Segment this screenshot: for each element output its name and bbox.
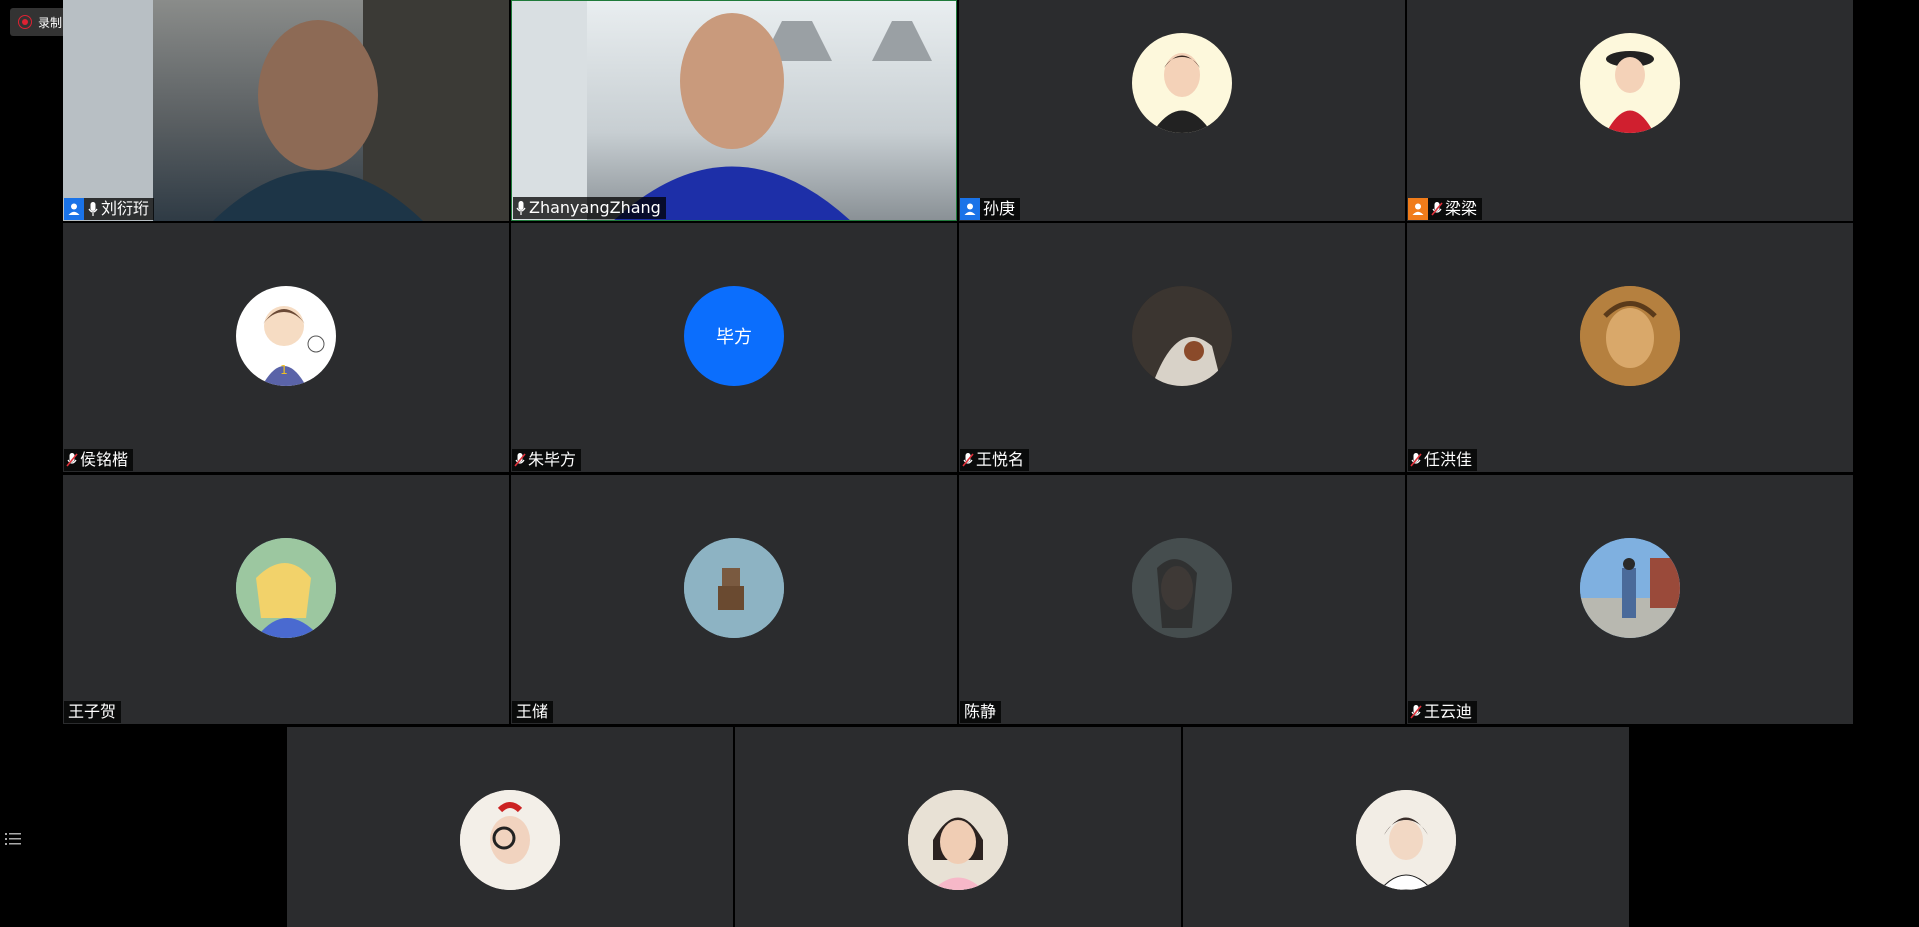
participant-avatar	[1580, 33, 1680, 133]
participant-nametag: 王云迪	[1408, 701, 1478, 723]
participant-tile[interactable]: 王子贺	[63, 475, 509, 724]
participant-avatar	[1132, 33, 1232, 133]
participant-video	[512, 1, 932, 220]
participant-initials-avatar: 毕方	[684, 286, 784, 386]
participant-avatar	[460, 790, 560, 890]
participant-tile[interactable]: 1 侯铭楷	[63, 223, 509, 472]
host-badge	[64, 198, 84, 220]
participant-list-toggle[interactable]	[2, 828, 24, 850]
recording-icon	[18, 15, 32, 29]
participant-name: 孙庚	[983, 199, 1016, 218]
participant-nametag: 王子贺	[64, 701, 122, 723]
participant-tile[interactable]: 孙庚	[959, 0, 1405, 221]
participant-tile[interactable]: 王储	[511, 475, 957, 724]
participant-name: 梁梁	[1445, 199, 1478, 218]
participant-name: 刘衍珩	[101, 199, 150, 218]
participant-avatar: 1	[236, 286, 336, 386]
mic-muted-icon	[962, 453, 974, 467]
host-badge	[1408, 198, 1428, 220]
participant-name: 王储	[516, 702, 549, 721]
participant-avatar	[908, 790, 1008, 890]
participant-name: 任洪佳	[1424, 450, 1473, 469]
mic-muted-icon	[1410, 453, 1422, 467]
participant-avatar	[1580, 286, 1680, 386]
person-icon	[1412, 203, 1424, 215]
participant-avatar	[236, 538, 336, 638]
participant-name: 王悦名	[976, 450, 1025, 469]
participant-video	[63, 0, 509, 221]
participant-tile[interactable]: 毕方 朱毕方	[511, 223, 957, 472]
list-icon	[5, 833, 21, 845]
mic-muted-icon	[1431, 202, 1443, 216]
participant-nametag: 王储	[512, 701, 554, 723]
mic-muted-icon	[66, 453, 78, 467]
mic-on-icon	[88, 202, 98, 216]
participant-avatar	[1132, 538, 1232, 638]
participant-name: ZhanyangZhang	[529, 198, 661, 217]
svg-text:1: 1	[280, 363, 288, 377]
participant-nametag: 梁梁	[1408, 198, 1483, 220]
participant-name: 侯铭楷	[80, 450, 129, 469]
participant-nametag: 陈静	[960, 701, 1002, 723]
participant-tile[interactable]: 刘衍珩	[63, 0, 509, 221]
participant-tile[interactable]	[1183, 727, 1629, 927]
participant-name: 王云迪	[1424, 702, 1473, 721]
participant-nametag: 王悦名	[960, 449, 1030, 471]
person-icon	[68, 203, 80, 215]
participant-tile[interactable]	[735, 727, 1181, 927]
participant-avatar	[684, 538, 784, 638]
participant-tile[interactable]: 王云迪	[1407, 475, 1853, 724]
mic-muted-icon	[1410, 705, 1422, 719]
participant-nametag: 侯铭楷	[64, 449, 134, 471]
person-icon	[964, 203, 976, 215]
participant-nametag: 朱毕方	[512, 449, 582, 471]
participant-tile[interactable]: 梁梁	[1407, 0, 1853, 221]
participant-nametag: 任洪佳	[1408, 449, 1478, 471]
host-badge	[960, 198, 980, 220]
mic-muted-icon	[514, 453, 526, 467]
participant-tile[interactable]: 王悦名	[959, 223, 1405, 472]
participant-nametag: ZhanyangZhang	[513, 197, 666, 219]
participant-avatar	[1132, 286, 1232, 386]
participant-avatar	[1356, 790, 1456, 890]
mic-on-icon	[516, 201, 526, 215]
participant-name: 朱毕方	[528, 450, 577, 469]
participant-tile-active-speaker[interactable]: ZhanyangZhang	[511, 0, 957, 221]
participant-tile[interactable]	[287, 727, 733, 927]
participant-avatar	[1580, 538, 1680, 638]
participant-tile[interactable]: 任洪佳	[1407, 223, 1853, 472]
participant-name: 陈静	[964, 702, 997, 721]
participant-nametag: 刘衍珩	[64, 198, 155, 220]
participant-name: 王子贺	[68, 702, 117, 721]
participant-nametag: 孙庚	[960, 198, 1021, 220]
participant-tile[interactable]: 陈静	[959, 475, 1405, 724]
